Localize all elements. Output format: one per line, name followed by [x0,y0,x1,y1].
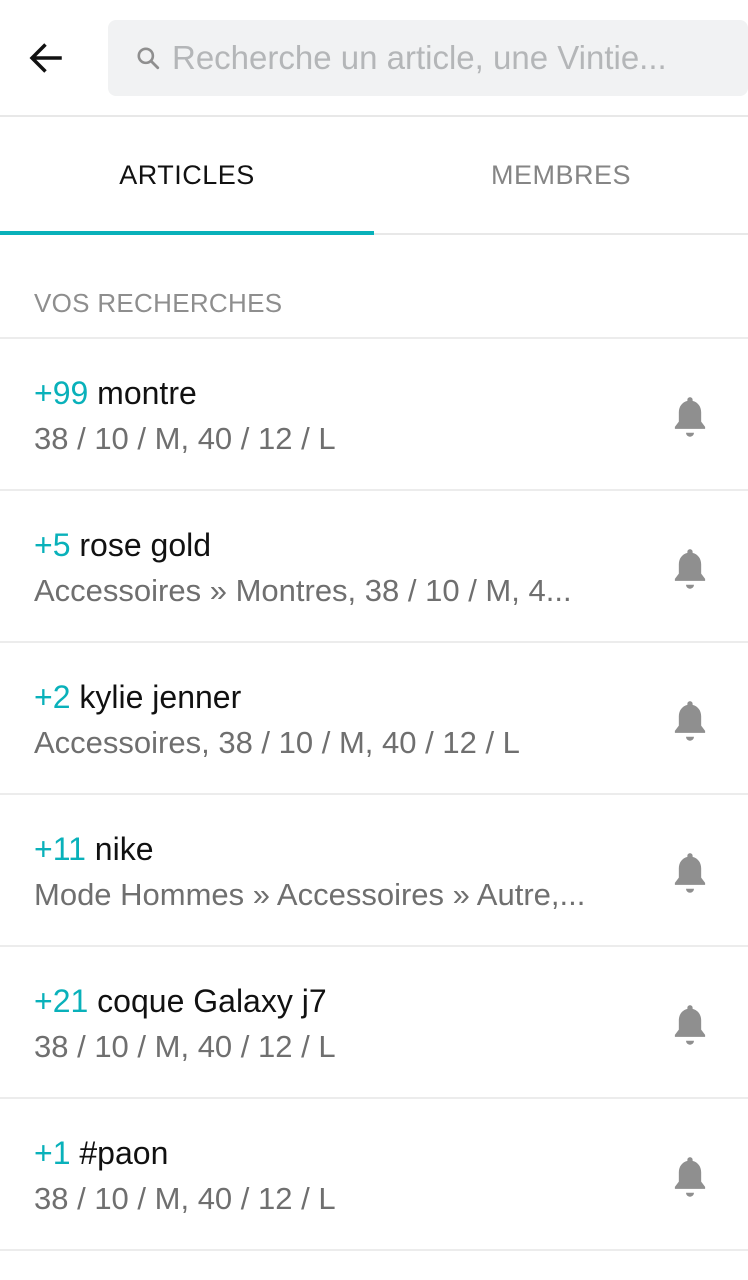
list-item[interactable]: +5 rose gold Accessoires » Montres, 38 /… [0,491,748,643]
top-bar [0,0,748,117]
search-title: +1 #paon [34,1135,168,1172]
search-title: +99 montre [34,375,197,412]
tab-bar: ARTICLES MEMBRES [0,117,748,235]
bell-icon [674,397,706,437]
new-count: +21 [34,983,89,1019]
search-query: montre [97,375,197,411]
notification-toggle[interactable] [664,695,716,747]
saved-searches-header: VOS RECHERCHES [0,235,748,339]
notification-toggle[interactable] [664,1151,716,1203]
search-bar[interactable] [108,20,748,96]
notification-toggle[interactable] [664,543,716,595]
bell-icon [674,1157,706,1197]
search-filters: 38 / 10 / M, 40 / 12 / L [34,421,336,456]
search-filters: 38 / 10 / M, 40 / 12 / L [34,1029,336,1064]
search-filters: Accessoires, 38 / 10 / M, 40 / 12 / L [34,725,520,760]
search-query: #paon [79,1135,169,1171]
search-query: coque Galaxy j7 [97,983,327,1019]
search-title: +21 coque Galaxy j7 [34,983,327,1020]
list-item[interactable]: +21 coque Galaxy j7 38 / 10 / M, 40 / 12… [0,947,748,1099]
search-filters: Mode Hommes » Accessoires » Autre,... [34,877,586,912]
notification-toggle[interactable] [664,999,716,1051]
search-query: kylie jenner [79,679,242,715]
section-title: VOS RECHERCHES [34,288,283,318]
search-query: rose gold [79,527,212,563]
new-count: +11 [34,831,86,867]
new-count: +2 [34,679,71,715]
tab-membres[interactable]: MEMBRES [374,117,748,233]
bell-icon [674,1005,706,1045]
arrow-left-icon [29,43,62,73]
list-item[interactable]: +11 nike Mode Hommes » Accessoires » Aut… [0,795,748,947]
list-item[interactable]: +1 #paon 38 / 10 / M, 40 / 12 / L [0,1099,748,1251]
notification-toggle[interactable] [664,391,716,443]
bell-icon [674,853,706,893]
new-count: +5 [34,527,71,563]
search-query: nike [94,831,154,867]
saved-searches-list: +99 montre 38 / 10 / M, 40 / 12 / L +5 r… [0,339,748,1251]
search-filters: 38 / 10 / M, 40 / 12 / L [34,1181,336,1216]
search-title: +11 nike [34,831,154,868]
notification-toggle[interactable] [664,847,716,899]
search-icon [132,42,164,74]
tab-articles[interactable]: ARTICLES [0,117,374,235]
bell-icon [674,549,706,589]
back-button[interactable] [18,30,74,86]
search-input[interactable] [172,28,748,88]
list-item[interactable]: +99 montre 38 / 10 / M, 40 / 12 / L [0,339,748,491]
new-count: +1 [34,1135,71,1171]
search-filters: Accessoires » Montres, 38 / 10 / M, 4... [34,573,572,608]
bell-icon [674,701,706,741]
search-title: +5 rose gold [34,527,211,564]
new-count: +99 [34,375,89,411]
search-title: +2 kylie jenner [34,679,241,716]
list-item[interactable]: +2 kylie jenner Accessoires, 38 / 10 / M… [0,643,748,795]
